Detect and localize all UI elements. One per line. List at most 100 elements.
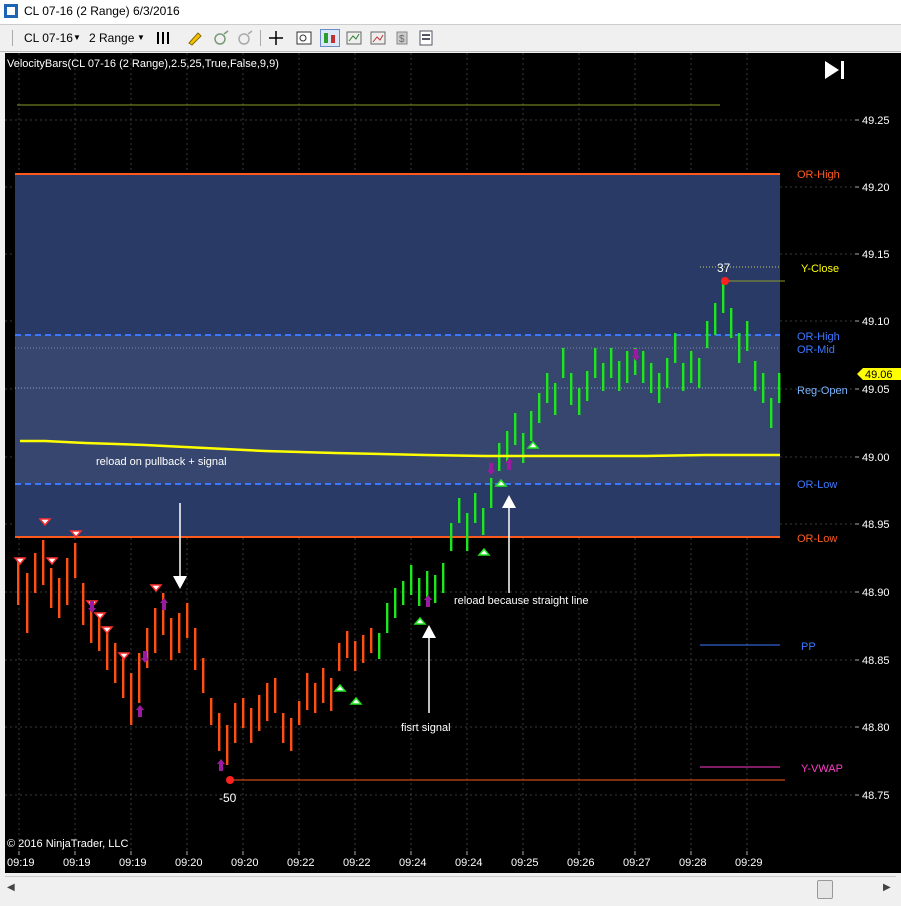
- price-bar: [450, 523, 453, 551]
- price-bar: [690, 351, 693, 383]
- price-bar: [258, 695, 261, 731]
- zoom-in-icon[interactable]: [212, 29, 232, 47]
- interval-selector[interactable]: 2 Range: [89, 29, 134, 47]
- price-bar: [378, 633, 381, 659]
- session-high-marker: [721, 277, 729, 285]
- indicator-label: VelocityBars(CL 07-16 (2 Range),2.5,25,T…: [7, 58, 279, 70]
- time-axis[interactable]: 09:19 09:19 09:19 09:20 09:20 09:22 09:22 09:24…: [5, 851, 901, 873]
- price-bar: [778, 373, 781, 403]
- strategies-icon[interactable]: [344, 29, 364, 47]
- price-bar: [122, 658, 125, 698]
- price-bar: [682, 363, 685, 391]
- price-bar: [442, 563, 445, 593]
- price-bar: [402, 581, 405, 605]
- instrument-selector[interactable]: CL 07-16: [24, 29, 73, 47]
- price-bar: [138, 653, 141, 703]
- price-tick-label: 49.00: [862, 452, 890, 464]
- price-tick-label: 48.75: [862, 790, 890, 802]
- price-bar: [338, 643, 341, 671]
- price-bar: [530, 411, 533, 441]
- time-tick-label: 09:29: [735, 857, 763, 869]
- price-bar: [130, 673, 133, 725]
- price-tick-label: 48.80: [862, 722, 890, 734]
- price-tick-label: 49.05: [862, 384, 890, 396]
- price-bar: [178, 613, 181, 653]
- horizontal-scrollbar[interactable]: ◀ ▶: [5, 876, 896, 901]
- price-bar: [290, 718, 293, 751]
- price-bar: [522, 433, 525, 463]
- price-bar: [546, 373, 549, 403]
- copyright-text: © 2016 NinjaTrader, LLC: [7, 838, 128, 850]
- time-tick-label: 09:26: [567, 857, 595, 869]
- money-icon[interactable]: $: [392, 29, 412, 47]
- buy-signal-marker: [477, 547, 491, 556]
- bar-type-icon[interactable]: [153, 29, 173, 47]
- price-bar: [650, 363, 653, 393]
- drawing-tool-pencil-icon[interactable]: [185, 29, 205, 47]
- properties-icon[interactable]: [416, 29, 436, 47]
- reload-arrow-up: [136, 705, 144, 717]
- toolbar-separator: [260, 30, 261, 46]
- price-bar: [66, 558, 69, 605]
- crosshair-icon[interactable]: [266, 29, 286, 47]
- chart-panel[interactable]: VelocityBars(CL 07-16 (2 Range),2.5,25,T…: [5, 53, 855, 851]
- reload-arrow-up: [217, 759, 225, 771]
- price-bar: [714, 303, 717, 335]
- price-bar: [322, 668, 325, 703]
- reload-arrow-up: [424, 595, 432, 607]
- price-bar: [17, 558, 20, 605]
- level-label-or-mid: OR-Mid: [797, 344, 835, 356]
- sell-signal-marker: [117, 652, 131, 661]
- price-bar: [594, 348, 597, 378]
- collapse-panel-icon[interactable]: [825, 61, 844, 79]
- price-bar: [410, 565, 413, 595]
- time-tick-label: 09:24: [399, 857, 427, 869]
- price-bar: [586, 371, 589, 401]
- window-title: CL 07-16 (2 Range) 6/3/2016: [24, 4, 180, 18]
- instrument-dropdown-icon[interactable]: ▼: [73, 29, 81, 47]
- price-tick-label: 48.95: [862, 519, 890, 531]
- annotation-reload-pullback: reload on pullback + signal: [96, 456, 227, 468]
- time-tick-label: 09:20: [231, 857, 259, 869]
- price-bar: [106, 628, 109, 670]
- price-axis[interactable]: 49.25 49.20 49.15 49.10 49.05 49.00 48.95 48.90…: [855, 53, 901, 851]
- level-label-or-high: OR-High: [797, 169, 840, 181]
- session-low-count: -50: [219, 791, 237, 805]
- level-label-or-high-inner: OR-High: [797, 331, 840, 343]
- scrollbar-thumb[interactable]: [817, 880, 833, 899]
- price-bar: [762, 373, 765, 403]
- price-bar: [626, 351, 629, 383]
- price-bar: [210, 698, 213, 725]
- data-box-icon[interactable]: [294, 29, 314, 47]
- current-price-badge: 49.06: [857, 368, 901, 381]
- price-bar: [330, 678, 333, 711]
- indicators-icon[interactable]: [368, 29, 388, 47]
- annotation-reload-straight: reload because straight line: [454, 595, 589, 607]
- price-bar: [266, 683, 269, 721]
- price-bar: [474, 493, 477, 523]
- price-bar: [226, 725, 229, 765]
- zoom-out-icon[interactable]: [236, 29, 256, 47]
- price-bar: [642, 351, 645, 383]
- interval-dropdown-icon[interactable]: ▼: [137, 29, 145, 47]
- chart-trader-icon[interactable]: [320, 29, 340, 47]
- scroll-right-icon[interactable]: ▶: [883, 882, 891, 893]
- price-bar: [170, 618, 173, 660]
- sell-signal-marker: [93, 612, 107, 621]
- price-bar: [706, 321, 709, 348]
- buy-signal-marker: [349, 696, 363, 705]
- price-bar: [610, 348, 613, 378]
- time-tick-label: 09:19: [119, 857, 147, 869]
- price-chart[interactable]: VelocityBars(CL 07-16 (2 Range),2.5,25,T…: [5, 53, 855, 851]
- price-bar: [554, 383, 557, 415]
- price-bar: [242, 698, 245, 728]
- price-bar: [146, 628, 149, 668]
- price-bar: [34, 553, 37, 593]
- level-label-or-low-inner: OR-Low: [797, 479, 837, 491]
- price-bar: [466, 513, 469, 551]
- scroll-left-icon[interactable]: ◀: [7, 882, 15, 893]
- price-bar: [770, 398, 773, 428]
- price-tick-label: 49.15: [862, 249, 890, 261]
- price-bar: [602, 363, 605, 391]
- time-tick-label: 09:20: [175, 857, 203, 869]
